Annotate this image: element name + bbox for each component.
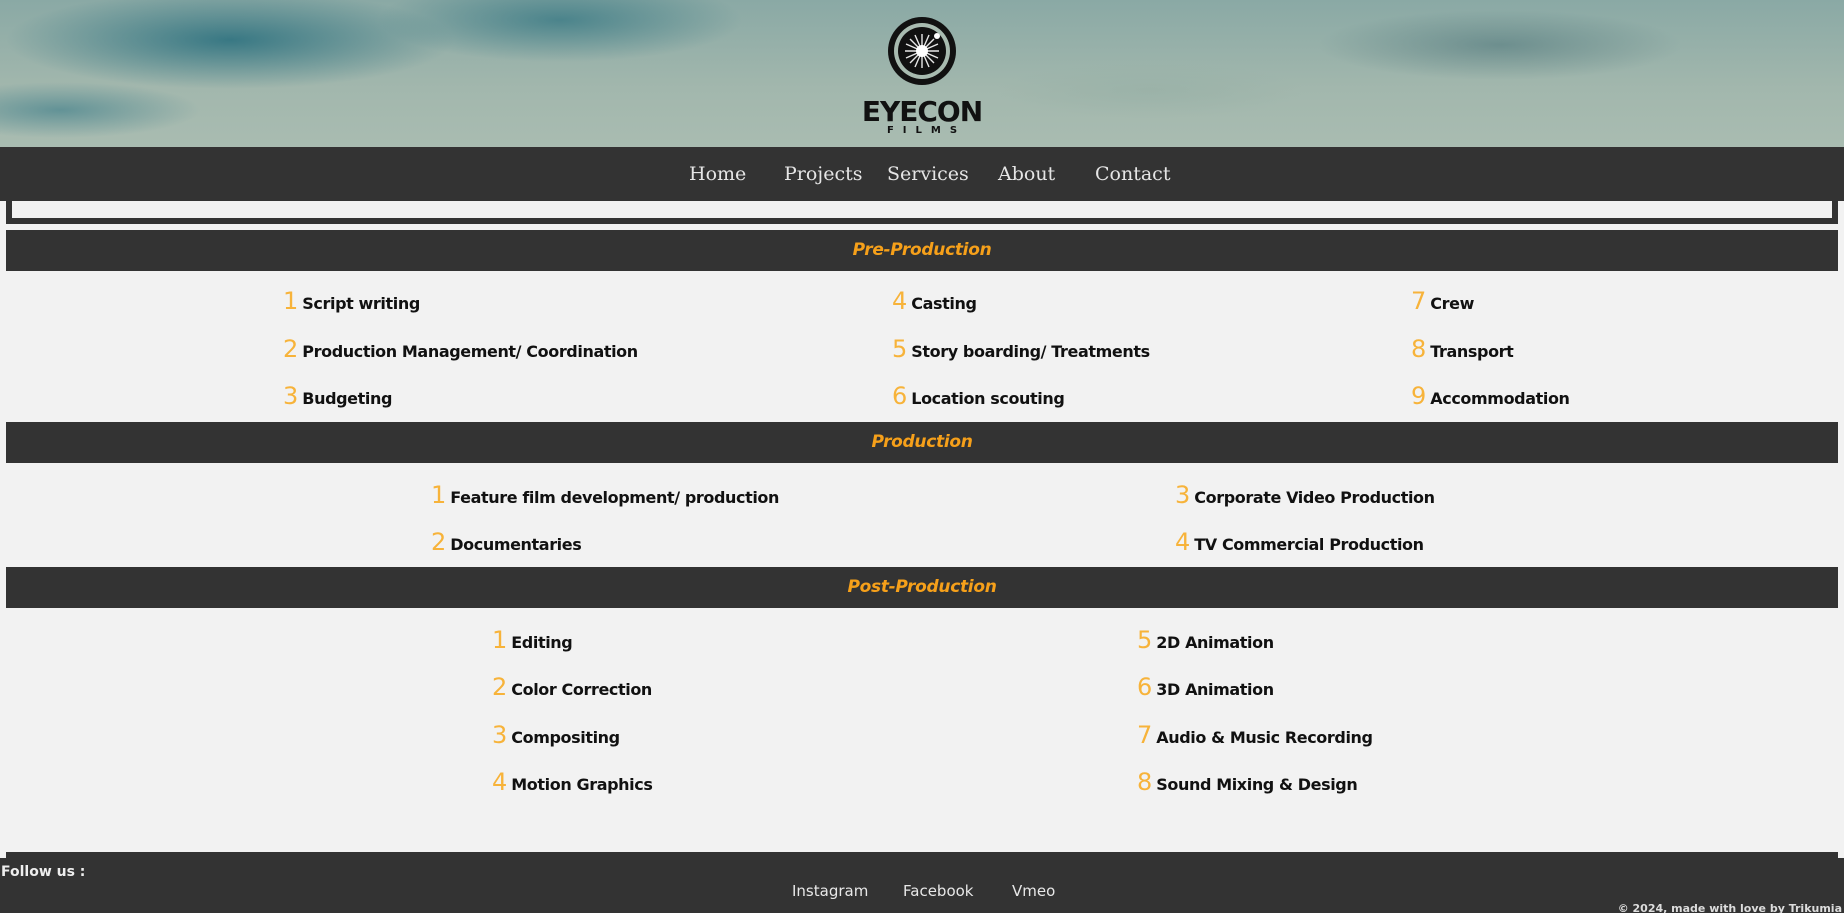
item-number: 3 <box>492 721 508 749</box>
section-title: Production <box>871 432 973 452</box>
item-number: 4 <box>892 287 908 315</box>
item-label: 2D Animation <box>1156 633 1274 652</box>
item-number: 4 <box>492 768 508 796</box>
list-item: 9 Accommodation <box>1411 384 1570 408</box>
item-label: Accommodation <box>1430 389 1570 408</box>
item-label: Feature film development/ production <box>450 488 780 507</box>
eye-logo-icon <box>888 17 956 85</box>
item-label: Story boarding/ Treatments <box>911 342 1150 361</box>
item-label: Corporate Video Production <box>1194 488 1435 507</box>
item-label: Budgeting <box>302 389 393 408</box>
list-item: 7 Audio & Music Recording <box>1137 723 1373 747</box>
footer-edge-left <box>0 852 6 858</box>
item-label: Location scouting <box>911 389 1065 408</box>
nav-about[interactable]: About <box>998 162 1055 186</box>
list-item: 8 Transport <box>1411 335 1514 363</box>
list-item: 2 Color Correction <box>492 675 652 699</box>
item-number: 1 <box>431 481 447 509</box>
item-number: 2 <box>283 335 299 363</box>
list-item: 5 2D Animation <box>1137 628 1274 652</box>
item-label: Crew <box>1430 294 1474 313</box>
item-label: Casting <box>911 294 977 313</box>
item-number: 8 <box>1411 335 1427 363</box>
section-title: Pre-Production <box>852 240 992 260</box>
list-item: 6 3D Animation <box>1137 675 1274 699</box>
item-number: 8 <box>1137 768 1153 796</box>
list-item: 4 TV Commercial Production <box>1175 530 1424 554</box>
vimeo-link[interactable]: Vmeo <box>1012 882 1055 900</box>
footer-edge-right <box>1838 852 1844 858</box>
item-label: Production Management/ Coordination <box>302 342 638 361</box>
item-label: Transport <box>1430 342 1514 361</box>
item-number: 2 <box>431 528 447 556</box>
brand-name: EYECON <box>861 95 983 128</box>
item-number: 9 <box>1411 382 1427 410</box>
list-item: 7 Crew <box>1411 289 1474 313</box>
section-header-production: Production <box>6 422 1838 463</box>
item-label: TV Commercial Production <box>1194 535 1424 554</box>
item-number: 2 <box>492 673 508 701</box>
item-label: Sound Mixing & Design <box>1156 775 1358 794</box>
nav-home[interactable]: Home <box>689 162 746 186</box>
nav-contact[interactable]: Contact <box>1095 162 1170 186</box>
item-number: 1 <box>283 287 299 315</box>
list-item: 2 Documentaries <box>431 528 582 556</box>
list-item: 3 Compositing <box>492 723 620 747</box>
section-header-post-production: Post-Production <box>6 567 1838 608</box>
list-item: 1 Editing <box>492 626 573 654</box>
item-label: Editing <box>511 633 573 652</box>
page-gap <box>12 201 1832 218</box>
list-item: 4 Casting <box>892 289 977 313</box>
item-label: Compositing <box>511 728 620 747</box>
item-number: 3 <box>1175 481 1191 509</box>
list-item: 8 Sound Mixing & Design <box>1137 768 1358 796</box>
main-navigation: Home Projects Services About Contact <box>0 147 1844 201</box>
list-item: 4 Motion Graphics <box>492 768 653 796</box>
list-item: 6 Location scouting <box>892 382 1065 410</box>
item-number: 1 <box>492 626 508 654</box>
section-title: Post-Production <box>847 577 997 597</box>
list-item: 1 Feature film development/ production <box>431 483 779 507</box>
list-item: 3 Corporate Video Production <box>1175 483 1435 507</box>
brand-subtitle: FILMS <box>886 125 967 136</box>
item-number: 5 <box>1137 626 1153 654</box>
instagram-link[interactable]: Instagram <box>792 882 868 900</box>
facebook-link[interactable]: Facebook <box>903 882 973 900</box>
item-label: Script writing <box>302 294 420 313</box>
follow-us-label: Follow us : <box>1 864 86 880</box>
item-number: 7 <box>1411 287 1427 315</box>
section-header-pre-production: Pre-Production <box>6 230 1838 271</box>
hero-banner: EYECON FILMS <box>0 0 1844 147</box>
item-label: Documentaries <box>450 535 582 554</box>
item-number: 4 <box>1175 528 1191 556</box>
list-item: 2 Production Management/ Coordination <box>283 337 638 361</box>
list-item: 5 Story boarding/ Treatments <box>892 337 1150 361</box>
eyecon-logo[interactable]: EYECON FILMS <box>861 12 983 140</box>
item-label: Color Correction <box>511 680 652 699</box>
list-item: 3 Budgeting <box>283 384 392 408</box>
item-label: Motion Graphics <box>511 775 653 794</box>
nav-services[interactable]: Services <box>887 162 969 186</box>
item-label: Audio & Music Recording <box>1156 728 1373 747</box>
copyright-text: © 2024, made with love by Trikumia <box>1617 902 1842 913</box>
item-number: 3 <box>283 382 299 410</box>
item-number: 7 <box>1137 721 1153 749</box>
item-number: 6 <box>892 382 908 410</box>
nav-projects[interactable]: Projects <box>784 162 862 186</box>
item-number: 5 <box>892 335 908 363</box>
item-label: 3D Animation <box>1156 680 1274 699</box>
item-number: 6 <box>1137 673 1153 701</box>
list-item: 1 Script writing <box>283 289 420 313</box>
